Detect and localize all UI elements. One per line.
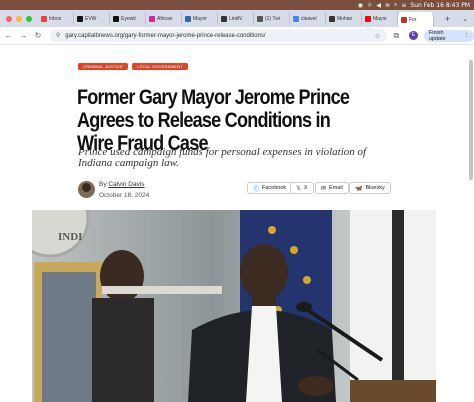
youtube-icon	[365, 15, 371, 22]
email-icon: ✉	[321, 185, 327, 192]
tab-label: Mohan	[337, 15, 353, 22]
tag-criminal-justice[interactable]: CRIMINAL JUSTICE	[78, 63, 128, 70]
tab-label: (1) Twi	[265, 15, 280, 22]
share-email-label: Email	[329, 185, 343, 191]
browser-tab[interactable]: (1) Twi	[254, 12, 290, 25]
share-x-button[interactable]: 𝕏 X	[290, 182, 314, 194]
x-icon	[113, 15, 119, 22]
tag-local-government[interactable]: LOCAL GOVERNMENT	[131, 63, 188, 70]
bluesky-icon: 🦋	[355, 185, 363, 192]
browser-tab[interactable]: Mohan	[326, 12, 362, 25]
author-link[interactable]: Calvin Davis	[108, 181, 144, 188]
browser-tab[interactable]: Eyewit	[110, 12, 146, 25]
google-icon	[293, 15, 299, 22]
article-photo: INDI	[32, 210, 436, 402]
tab-label: LinkN	[229, 15, 242, 22]
volume-icon[interactable]: ◀	[376, 2, 381, 9]
forward-arrow-icon[interactable]: →	[18, 31, 30, 40]
back-arrow-icon[interactable]: ←	[3, 31, 15, 40]
system-menu-bar: ◉ ☼ ◀ ≋ ⌕ ≡ Sun Feb 16 8:43 PM	[0, 0, 474, 10]
tab-label: African	[157, 15, 173, 22]
photo-illustration: INDI	[32, 210, 436, 402]
byline-prefix: By	[99, 181, 107, 188]
capitalb-icon	[401, 16, 407, 23]
tab-label: Mayor	[193, 15, 207, 22]
wikipedia-icon	[329, 15, 335, 22]
tab-label: For	[409, 16, 417, 23]
brightness-icon[interactable]: ☼	[367, 2, 372, 9]
instagram-icon	[149, 15, 155, 22]
browser-tab[interactable]: cleavel	[290, 12, 326, 25]
wikipedia-icon	[221, 15, 227, 22]
share-bluesky-button[interactable]: 🦋 Bluesky	[349, 182, 391, 194]
author-avatar[interactable]	[78, 181, 95, 198]
byline: By Calvin Davis	[99, 181, 145, 188]
close-window-button[interactable]	[6, 15, 12, 22]
facebook-icon: ⓕ	[253, 186, 260, 193]
article-tags: CRIMINAL JUSTICE LOCAL GOVERNMENT	[78, 63, 188, 70]
page-scrollbar[interactable]	[469, 60, 473, 180]
site-info-icon[interactable]: ⚲	[56, 32, 60, 39]
browser-tab[interactable]: For	[398, 12, 434, 27]
search-icon[interactable]: ⌕	[394, 1, 397, 9]
browser-tab-strip: Inbox EVW Eyewit African Mayor LinkN (1) Twi cl…	[0, 10, 474, 27]
clock-text[interactable]: Sun Feb 16 8:43 PM	[410, 2, 470, 9]
new-tab-button[interactable]: +	[439, 14, 456, 24]
article-headline: Former Gary Mayor Jerome Prince Agrees t…	[77, 86, 350, 155]
finish-update-button[interactable]: Finish update ⋮	[423, 29, 474, 42]
tab-list: Inbox EVW Eyewit African Mayor LinkN (1) Twi cl…	[38, 10, 439, 27]
tab-label: EVW	[85, 15, 97, 22]
share-x-label: X	[303, 185, 308, 191]
url-text[interactable]: gary.capitalbnews.org/gary-former-mayor-…	[65, 33, 374, 39]
browser-tab[interactable]: EVW	[74, 12, 110, 25]
zoom-window-button[interactable]	[26, 15, 32, 22]
address-bar[interactable]: ⚲ gary.capitalbnews.org/gary-former-mayo…	[49, 29, 387, 42]
x-icon: 𝕏	[296, 185, 301, 192]
x-icon	[77, 15, 83, 22]
web-page: CRIMINAL JUSTICE LOCAL GOVERNMENT Former…	[0, 46, 474, 402]
extensions-icon[interactable]: ⧉	[391, 31, 403, 41]
browser-tab[interactable]: Mayor	[362, 12, 398, 25]
tab-label: Mayor	[373, 15, 387, 22]
news-icon	[185, 15, 191, 22]
tab-label: Inbox	[49, 15, 62, 22]
gmail-icon	[41, 15, 47, 22]
reload-icon[interactable]: ↻	[32, 31, 44, 40]
share-bluesky-label: Bluesky	[365, 185, 385, 191]
profile-avatar[interactable]: E	[409, 31, 418, 40]
record-icon[interactable]: ◉	[358, 2, 363, 9]
page-icon	[257, 15, 263, 22]
publish-date: October 18, 2024	[99, 192, 150, 199]
share-facebook-button[interactable]: ⓕ Facebook	[247, 182, 293, 194]
browser-toolbar: ← → ↻ ⚲ gary.capitalbnews.org/gary-forme…	[0, 27, 474, 45]
update-label: Finish update	[428, 29, 446, 42]
control-center-icon[interactable]: ≡	[401, 2, 406, 9]
browser-tab[interactable]: LinkN	[218, 12, 254, 25]
share-facebook-label: Facebook	[262, 185, 287, 191]
wall-seal-text: INDI	[58, 231, 82, 243]
article-dek: Prince used campaign funds for personal …	[78, 146, 367, 169]
browser-tab[interactable]: Mayor	[182, 12, 218, 25]
browser-tab[interactable]: Inbox	[38, 12, 74, 25]
tab-label: cleavel	[301, 15, 317, 22]
minimize-window-button[interactable]	[16, 15, 22, 22]
tab-search-chevron-icon[interactable]: ⌄	[456, 15, 474, 23]
browser-tab[interactable]: African	[146, 12, 182, 25]
wifi-icon[interactable]: ≋	[385, 2, 390, 9]
bookmark-star-icon[interactable]: ☆	[374, 32, 380, 40]
share-email-button[interactable]: ✉ Email	[315, 182, 349, 194]
more-menu-icon: ⋮	[463, 32, 470, 39]
tab-label: Eyewit	[121, 15, 136, 22]
window-controls	[0, 15, 38, 22]
